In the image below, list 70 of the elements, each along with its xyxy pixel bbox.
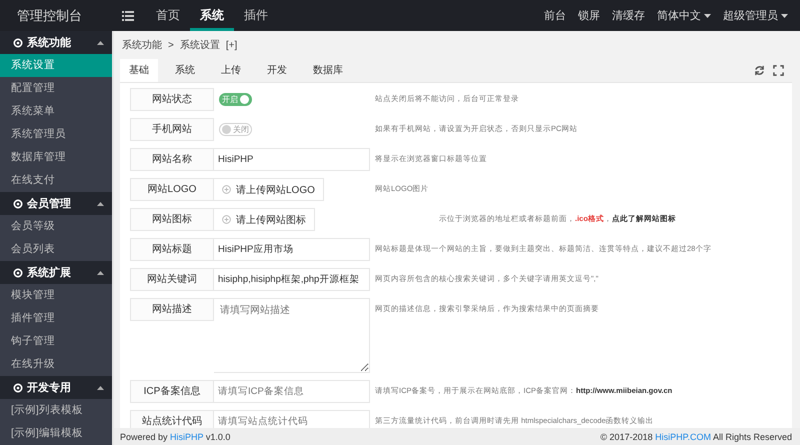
field-label: 网站名称 [130, 148, 214, 171]
caret-icon [781, 14, 788, 18]
header-link[interactable]: 前台 [544, 8, 566, 23]
copyright-text: © 2017-2018 HisiPHP.COM All Rights Reserved [600, 432, 792, 442]
tab[interactable]: 系统 [166, 59, 204, 82]
sidebar-item[interactable]: 会员等级 [0, 215, 112, 238]
header-link[interactable]: 超级管理员 [723, 8, 788, 23]
gear-icon [13, 198, 23, 208]
field-label: 网站描述 [130, 298, 214, 321]
field-label: 手机网站 [130, 118, 214, 141]
caret-icon [704, 14, 711, 18]
tab[interactable]: 数据库 [304, 59, 352, 82]
header-link[interactable]: 简体中文 [657, 8, 711, 23]
gear-icon [13, 38, 23, 48]
gear-icon [13, 382, 23, 392]
field-label: 网站图标 [130, 208, 214, 231]
field-label: ICP备案信息 [130, 380, 214, 403]
upload-button[interactable]: 请上传网站LOGO [214, 178, 324, 201]
header-link[interactable]: 清缓存 [612, 8, 645, 23]
tab[interactable]: 开发 [258, 59, 296, 82]
upload-button[interactable]: 请上传网站图标 [214, 208, 315, 231]
sidebar-item[interactable]: [示例]编辑模板 [0, 422, 112, 445]
sidebar-item[interactable]: 系统管理员 [0, 123, 112, 146]
field-label: 网站关键词 [130, 268, 214, 291]
sidebar-item[interactable]: 配置管理 [0, 77, 112, 100]
sidebar-item[interactable]: 插件管理 [0, 307, 112, 330]
field-label: 网站LOGO [130, 178, 214, 201]
caret-icon [97, 202, 104, 206]
input-field[interactable]: 请填写ICP备案信息 [214, 380, 370, 403]
sidebar-item[interactable]: 在线升级 [0, 353, 112, 376]
sidebar-item[interactable]: [示例]列表模板 [0, 399, 112, 422]
nav-tab[interactable]: 插件 [234, 0, 278, 31]
breadcrumb-item: > [168, 40, 174, 50]
sidebar-item[interactable]: 钩子管理 [0, 330, 112, 353]
footer-text: Powered by HisiPHP v1.0.0 [120, 432, 230, 442]
brand-title: 管理控制台 [16, 6, 83, 24]
header-link[interactable]: 锁屏 [578, 8, 600, 23]
caret-icon [97, 386, 104, 390]
breadcrumb-item: [+] [226, 40, 238, 50]
field-label: 站点统计代码 [130, 410, 214, 428]
sidebar-item[interactable]: 系统菜单 [0, 100, 112, 123]
plus-icon [222, 185, 231, 194]
sidebar-section[interactable]: 会员管理 [0, 192, 112, 215]
tab[interactable]: 基础 [120, 59, 158, 82]
fullscreen-icon[interactable] [773, 65, 784, 76]
tab[interactable]: 上传 [212, 59, 250, 82]
sidebar-section[interactable]: 系统功能 [0, 31, 112, 54]
sidebar-section[interactable]: 系统扩展 [0, 261, 112, 284]
gear-icon [13, 268, 23, 278]
input-field[interactable]: hisiphp,hisiphp框架,php开源框架 [214, 268, 370, 291]
field-label: 网站状态 [130, 88, 214, 111]
refresh-icon[interactable] [754, 65, 765, 76]
menu-icon[interactable] [122, 10, 134, 20]
nav-tab[interactable]: 首页 [146, 0, 190, 31]
breadcrumb-item: 系统功能 [122, 38, 162, 52]
sidebar-section[interactable]: 开发专用 [0, 376, 112, 399]
sidebar-item[interactable]: 数据库管理 [0, 146, 112, 169]
field-label: 网站标题 [130, 238, 214, 261]
sidebar-item[interactable]: 模块管理 [0, 284, 112, 307]
input-field[interactable]: 请填写站点统计代码 [214, 410, 370, 428]
caret-icon [97, 40, 104, 44]
textarea-field[interactable]: 请填写网站描述 [214, 298, 370, 373]
input-field[interactable]: HisiPHP [214, 148, 370, 171]
sidebar-item[interactable]: 会员列表 [0, 238, 112, 261]
input-field[interactable]: HisiPHP应用市场 [214, 238, 370, 261]
sidebar-item[interactable]: 在线支付 [0, 169, 112, 192]
plus-icon [222, 215, 231, 224]
sidebar-item[interactable]: 系统设置 [0, 54, 112, 77]
caret-icon [97, 270, 104, 274]
breadcrumb-item: 系统设置 [180, 38, 220, 52]
